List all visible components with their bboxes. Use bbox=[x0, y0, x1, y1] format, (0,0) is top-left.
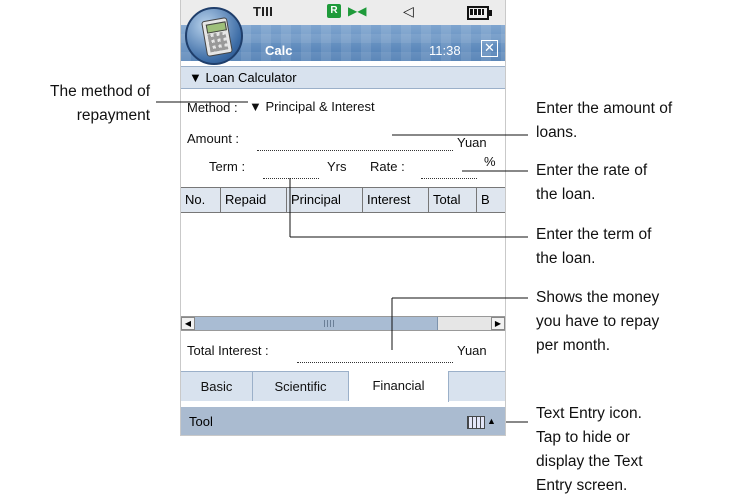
rate-field[interactable] bbox=[421, 178, 477, 179]
bottom-toolbar: Tool ▲ bbox=[181, 407, 505, 435]
repayment-table-body bbox=[181, 213, 505, 316]
amount-field[interactable] bbox=[257, 150, 453, 151]
method-dropdown[interactable]: ▼ Principal & Interest bbox=[249, 99, 375, 114]
app-title: Calc bbox=[265, 43, 293, 58]
tab-basic[interactable]: Basic bbox=[181, 372, 253, 401]
dropdown-triangle-icon: ▼ bbox=[189, 70, 202, 85]
amount-label: Amount : bbox=[187, 131, 240, 146]
rate-label: Rate : bbox=[370, 159, 405, 174]
method-value: Principal & Interest bbox=[265, 99, 375, 114]
phone-screen: T R ▶◀ ◁ Calc 11:38 ✕ ▼ Loan Calculator … bbox=[180, 0, 506, 436]
column-header[interactable]: Repaid bbox=[221, 188, 287, 212]
method-label: Method : bbox=[187, 100, 238, 115]
scroll-right-icon[interactable]: ▶ bbox=[491, 317, 505, 330]
callout-amount: Enter the amount of loans. bbox=[536, 100, 673, 141]
column-header[interactable]: No. bbox=[181, 188, 221, 212]
callout-money: Shows the money you have to repay per mo… bbox=[536, 289, 660, 354]
callout-rate: Enter the rate of the loan. bbox=[536, 162, 648, 203]
battery-icon bbox=[467, 6, 492, 20]
term-field[interactable] bbox=[263, 178, 319, 179]
connection-icon: ▶◀ bbox=[348, 4, 367, 18]
scroll-left-icon[interactable]: ◀ bbox=[181, 317, 195, 330]
tab-scientific[interactable]: Scientific bbox=[253, 372, 349, 401]
callout-text-entry: Text Entry icon. Tap to hide or display … bbox=[536, 405, 643, 494]
total-interest-value bbox=[297, 362, 453, 363]
section-title: Loan Calculator bbox=[205, 70, 297, 85]
column-header[interactable]: Principal bbox=[287, 188, 363, 212]
tool-menu[interactable]: Tool bbox=[189, 414, 213, 429]
arrow-up-icon[interactable]: ▲ bbox=[487, 407, 496, 435]
rate-unit: % bbox=[484, 154, 496, 169]
scrollbar-thumb[interactable] bbox=[195, 317, 438, 330]
total-interest-unit: Yuan bbox=[457, 343, 487, 358]
close-icon[interactable]: ✕ bbox=[481, 40, 498, 57]
term-unit: Yrs bbox=[327, 159, 347, 174]
amount-unit: Yuan bbox=[457, 135, 487, 150]
term-label: Term : bbox=[209, 159, 246, 174]
callout-method: The method of repayment bbox=[50, 83, 150, 124]
mode-tabs: Basic Scientific Financial bbox=[181, 371, 505, 402]
tab-financial[interactable]: Financial bbox=[349, 371, 449, 402]
column-header[interactable]: Total bbox=[429, 188, 477, 212]
callout-term: Enter the term of the loan. bbox=[536, 226, 652, 267]
r-badge-icon: R bbox=[327, 4, 341, 18]
section-selector[interactable]: ▼ Loan Calculator bbox=[181, 66, 505, 89]
signal-icon: T bbox=[253, 4, 272, 19]
column-header[interactable]: Interest bbox=[363, 188, 429, 212]
column-header[interactable]: B bbox=[477, 188, 505, 212]
speaker-icon: ◁ bbox=[403, 3, 414, 19]
dropdown-triangle-icon: ▼ bbox=[249, 99, 262, 114]
horizontal-scrollbar[interactable]: ◀ ▶ bbox=[181, 316, 505, 331]
text-entry-icon[interactable] bbox=[467, 416, 485, 429]
repayment-table-header: No. Repaid Principal Interest Total B bbox=[181, 187, 505, 213]
total-interest-label: Total Interest : bbox=[187, 343, 269, 358]
calculator-app-icon[interactable] bbox=[185, 7, 243, 65]
clock: 11:38 bbox=[429, 43, 461, 58]
